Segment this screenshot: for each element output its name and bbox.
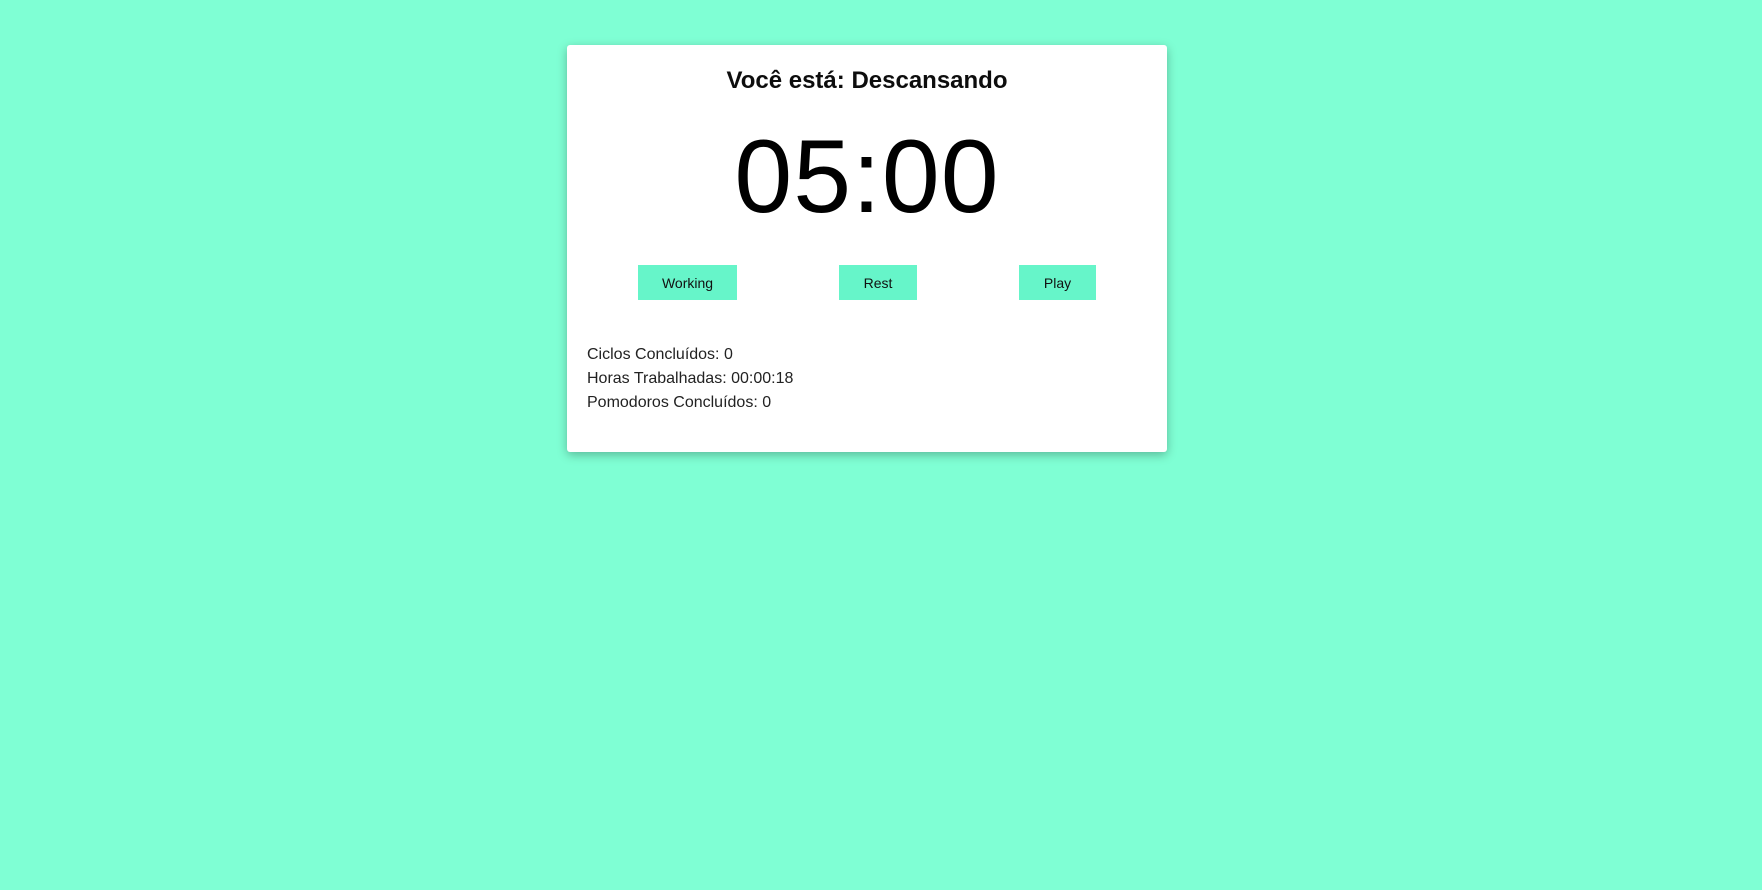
stats-panel: Ciclos Concluídos: 0 Horas Trabalhadas: …	[587, 343, 793, 415]
hours-label: Horas Trabalhadas:	[587, 370, 732, 387]
hours-value: 00:00:18	[731, 370, 794, 387]
pomodoro-card: Você está: Descansando 05:00 Working Res…	[567, 45, 1167, 452]
pomodoros-completed: Pomodoros Concluídos: 0	[587, 391, 793, 415]
cycles-label: Ciclos Concluídos:	[587, 346, 724, 363]
status-prefix: Você está:	[726, 67, 852, 94]
status-mode: Descansando	[851, 67, 1008, 94]
pomodoros-value: 0	[762, 394, 772, 411]
cycles-value: 0	[723, 346, 733, 363]
hours-worked: Horas Trabalhadas: 00:00:18	[587, 367, 793, 391]
rest-button[interactable]: Rest	[839, 265, 917, 300]
timer-display: 05:00	[734, 119, 1000, 235]
working-button[interactable]: Working	[638, 265, 737, 300]
pomodoros-label: Pomodoros Concluídos:	[587, 394, 763, 411]
play-button[interactable]: Play	[1019, 265, 1096, 300]
status-title: Você está: Descansando	[567, 67, 1167, 95]
cycles-completed: Ciclos Concluídos: 0	[587, 343, 793, 367]
